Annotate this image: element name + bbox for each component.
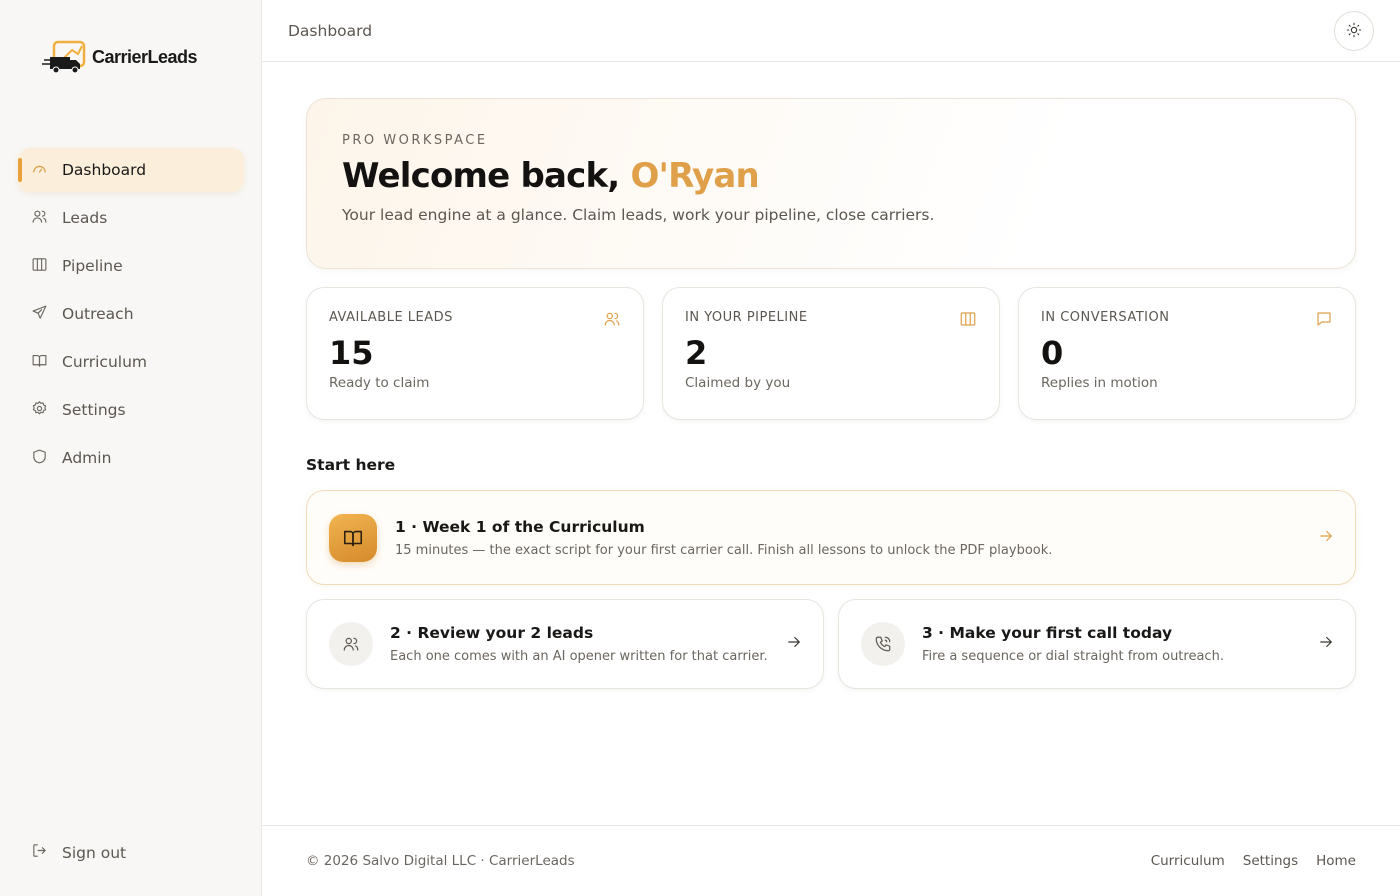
main-area: Dashboard PRO WORKSPACE Welcome back, O'… [262, 0, 1400, 896]
message-icon [1315, 310, 1333, 332]
sidebar-item-label: Outreach [62, 305, 134, 323]
step-title: 3 · Make your first call today [922, 624, 1173, 642]
stat-value: 15 [329, 334, 374, 372]
workspace-label: PRO WORKSPACE [342, 133, 488, 148]
step-curriculum-card[interactable]: 1 · Week 1 of the Curriculum 15 minutes … [306, 490, 1356, 585]
sidebar-item-label: Settings [62, 401, 126, 419]
sidebar-item-label: Dashboard [62, 161, 147, 179]
footer: © 2026 Salvo Digital LLC · CarrierLeads … [262, 825, 1400, 896]
step-description: 15 minutes — the exact script for your f… [395, 542, 1053, 558]
stat-subtitle: Claimed by you [685, 375, 791, 391]
sun-icon [1346, 22, 1362, 41]
brand-name: CarrierLeads [92, 46, 198, 67]
arrow-right-icon [1317, 633, 1335, 655]
sidebar-item-curriculum[interactable]: Curriculum [18, 340, 244, 384]
user-name: O'Ryan [630, 156, 759, 196]
gauge-icon [31, 160, 48, 181]
users-icon [603, 310, 621, 332]
book-icon [329, 513, 377, 562]
sidebar-item-label: Leads [62, 209, 108, 227]
arrow-right-icon [785, 633, 803, 655]
sidebar-item-outreach[interactable]: Outreach [18, 292, 244, 336]
columns-icon [959, 310, 977, 332]
log-out-icon [31, 842, 48, 863]
start-here-heading: Start here [306, 456, 396, 474]
step-text: 1 · Week 1 of the Curriculum 15 minutes … [395, 518, 1052, 558]
steps-row: 2 · Review your 2 leads Each one comes w… [306, 599, 1356, 689]
stat-subtitle: Replies in motion [1041, 375, 1158, 391]
sidebar-item-settings[interactable]: Settings [18, 388, 244, 432]
footer-link-home[interactable]: Home [1316, 853, 1356, 869]
stat-card-available-leads: AVAILABLE LEADS 15 Ready to claim [306, 287, 644, 420]
send-icon [31, 304, 48, 325]
welcome-subtitle: Your lead engine at a glance. Claim lead… [342, 206, 935, 224]
sidebar-nav: Dashboard Leads Pipeline Outreach Curric… [18, 148, 244, 484]
stat-card-pipeline: IN YOUR PIPELINE 2 Claimed by you [662, 287, 1000, 420]
step-text: 2 · Review your 2 leads Each one comes w… [390, 624, 768, 664]
step-review-leads-card[interactable]: 2 · Review your 2 leads Each one comes w… [306, 599, 824, 689]
step-text: 3 · Make your first call today Fire a se… [922, 624, 1224, 664]
sign-out-button[interactable]: Sign out [31, 842, 126, 863]
footer-links: Curriculum Settings Home [1151, 853, 1356, 869]
stat-subtitle: Ready to claim [329, 375, 430, 391]
theme-toggle-button[interactable] [1334, 11, 1374, 51]
welcome-greeting: Welcome back, [342, 156, 620, 196]
stat-value: 0 [1041, 334, 1064, 372]
dashboard-content: PRO WORKSPACE Welcome back, O'Ryan Your … [306, 98, 1356, 689]
gear-icon [31, 400, 48, 421]
page-title: Dashboard [288, 21, 373, 40]
stats-row: AVAILABLE LEADS 15 Ready to claim IN YOU… [306, 287, 1356, 420]
step-title: 1 · Week 1 of the Curriculum [395, 517, 645, 536]
sidebar-item-pipeline[interactable]: Pipeline [18, 244, 244, 288]
sidebar-item-dashboard[interactable]: Dashboard [18, 148, 244, 192]
arrow-right-icon [1317, 527, 1335, 549]
users-icon [31, 208, 48, 229]
welcome-hero: PRO WORKSPACE Welcome back, O'Ryan Your … [306, 98, 1356, 269]
phone-icon [861, 622, 905, 666]
columns-icon [31, 256, 48, 277]
book-icon [31, 352, 48, 373]
footer-link-curriculum[interactable]: Curriculum [1151, 853, 1225, 869]
users-icon [329, 622, 373, 666]
stat-label: IN YOUR PIPELINE [685, 310, 808, 325]
sign-out-label: Sign out [62, 843, 127, 862]
shield-icon [31, 448, 48, 469]
welcome-heading: Welcome back, O'Ryan [342, 156, 1320, 196]
brand-logo[interactable]: CarrierLeads [42, 40, 198, 74]
stat-card-conversation: IN CONVERSATION 0 Replies in motion [1018, 287, 1356, 420]
sidebar-item-label: Admin [62, 449, 112, 467]
truck-logo-icon [42, 40, 88, 74]
step-title: 2 · Review your 2 leads [390, 624, 594, 642]
footer-link-settings[interactable]: Settings [1243, 853, 1298, 869]
app-root: CarrierLeads Dashboard Leads Pipeline Ou… [0, 0, 1400, 896]
step-description: Each one comes with an AI opener written… [390, 649, 768, 664]
sidebar-item-label: Pipeline [62, 257, 123, 275]
sidebar-item-admin[interactable]: Admin [18, 436, 244, 480]
stat-value: 2 [685, 334, 708, 372]
top-bar: Dashboard [262, 0, 1400, 62]
sidebar: CarrierLeads Dashboard Leads Pipeline Ou… [0, 0, 262, 896]
footer-copyright: © 2026 Salvo Digital LLC · CarrierLeads [306, 853, 575, 869]
sidebar-item-label: Curriculum [62, 353, 148, 371]
stat-label: AVAILABLE LEADS [329, 310, 453, 325]
step-description: Fire a sequence or dial straight from ou… [922, 649, 1224, 664]
sidebar-item-leads[interactable]: Leads [18, 196, 244, 240]
stat-label: IN CONVERSATION [1041, 310, 1170, 325]
step-first-call-card[interactable]: 3 · Make your first call today Fire a se… [838, 599, 1356, 689]
